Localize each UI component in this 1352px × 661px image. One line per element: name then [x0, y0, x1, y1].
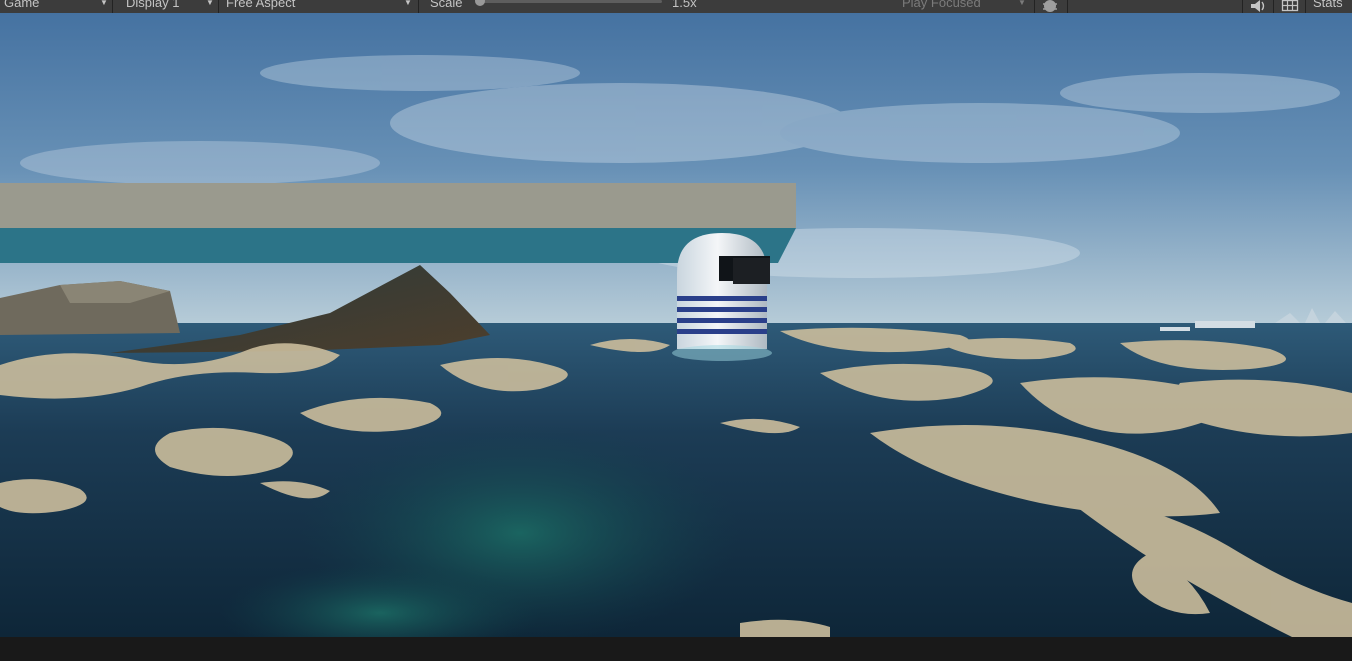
- bug-icon[interactable]: [1040, 0, 1060, 13]
- aspect-chevron-icon: ▼: [404, 0, 412, 7]
- play-focused-label: Play Focused: [902, 0, 981, 10]
- display-chevron-icon: ▼: [206, 0, 214, 7]
- scale-slider-thumb[interactable]: [475, 0, 485, 6]
- view-mode-dropdown[interactable]: Game ▼: [4, 0, 113, 13]
- scale-slider-track[interactable]: [478, 0, 662, 3]
- game-scene: [0, 13, 1352, 637]
- game-viewport[interactable]: [0, 13, 1352, 637]
- display-label: Display 1: [126, 0, 180, 10]
- speaker-icon[interactable]: [1249, 0, 1267, 13]
- stats-button[interactable]: Stats: [1313, 0, 1343, 13]
- scale-value: 1.5x: [672, 0, 697, 10]
- bottom-bar: [0, 637, 1352, 661]
- aspect-label: Free Aspect: [226, 0, 296, 10]
- toolbar-divider: [1273, 0, 1274, 13]
- game-view-toolbar: Game ▼ Display 1 ▼ Free Aspect ▼ Scale 1…: [0, 0, 1352, 13]
- toolbar-divider: [1305, 0, 1306, 13]
- platform-top: [0, 183, 796, 228]
- scale-label: Scale: [430, 0, 463, 10]
- play-focused-chevron-icon: ▼: [1018, 0, 1026, 7]
- view-mode-label: Game: [4, 0, 40, 10]
- aspect-dropdown[interactable]: Free Aspect ▼: [226, 0, 419, 13]
- buoy: [672, 233, 772, 361]
- grid-icon[interactable]: [1281, 0, 1299, 13]
- toolbar-divider: [1242, 0, 1243, 13]
- toolbar-divider: [1034, 0, 1035, 13]
- view-mode-chevron-icon: ▼: [100, 0, 108, 7]
- play-focused-dropdown[interactable]: Play Focused ▼: [902, 0, 1026, 13]
- display-dropdown[interactable]: Display 1 ▼: [126, 0, 219, 13]
- toolbar-divider: [1067, 0, 1068, 13]
- platform-side: [0, 228, 796, 263]
